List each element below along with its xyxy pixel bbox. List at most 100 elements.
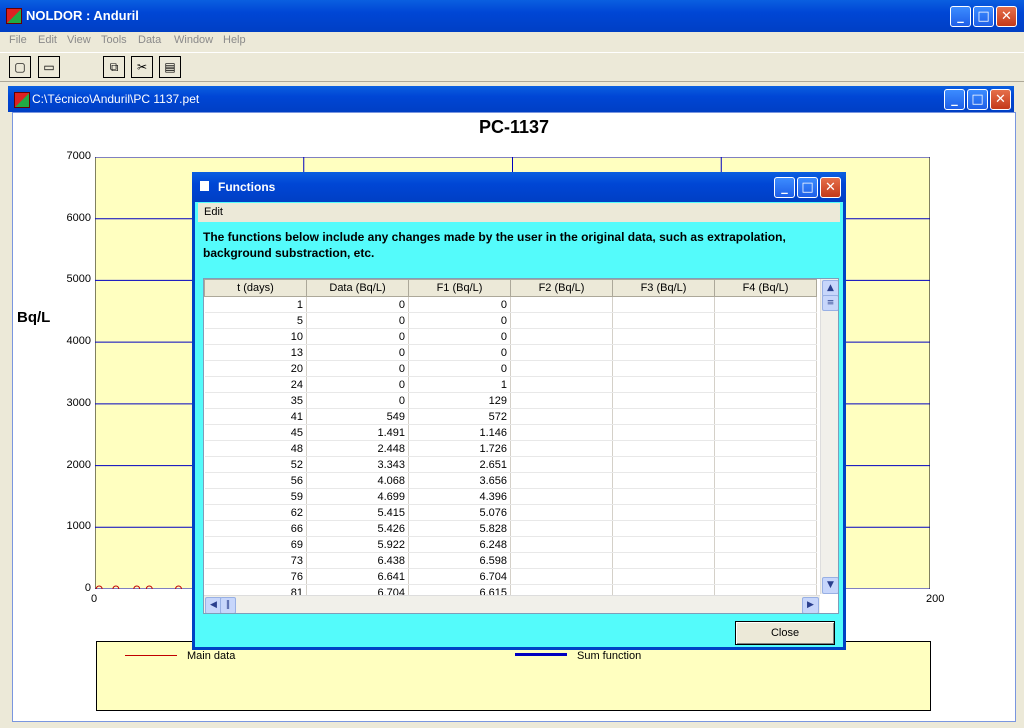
table-cell[interactable] [612,456,715,473]
table-cell[interactable] [714,456,817,473]
table-cell[interactable] [510,456,613,473]
table-row[interactable]: 73 6.438 6.598 [204,552,817,569]
app-minimize-button[interactable]: _ [950,6,971,27]
table-row[interactable]: 45 1.491 1.146 [204,424,817,441]
table-cell[interactable] [714,376,817,393]
table-cell[interactable] [714,488,817,505]
table-row[interactable]: 500 [204,312,817,329]
table-cell[interactable]: 10 [204,328,307,345]
table-cell[interactable] [510,552,613,569]
menu-help[interactable]: Help [223,34,246,46]
copy-icon[interactable]: ⧉ [103,56,125,78]
table-cell[interactable]: 1.726 [408,440,511,457]
table-cell[interactable] [714,568,817,585]
table-row[interactable]: 24 0 1 [204,376,817,393]
table-cell[interactable] [612,408,715,425]
table-cell[interactable] [714,328,817,345]
grid-vertical-scrollbar[interactable]: ▲ ≡ ▼ [820,279,838,594]
doc-minimize-button[interactable]: _ [944,89,965,110]
table-cell[interactable]: 3.343 [306,456,409,473]
table-cell[interactable] [510,312,613,329]
table-cell[interactable] [510,408,613,425]
table-cell[interactable] [714,312,817,329]
table-cell[interactable]: 1.146 [408,424,511,441]
table-row[interactable]: 76 6.641 6.704 [204,568,817,585]
dialog-maximize-button[interactable]: □ [797,177,818,198]
table-cell[interactable]: 35 [204,392,307,409]
table-row[interactable]: 52 3.343 2.651 [204,456,817,473]
table-cell[interactable]: 0 [306,296,409,313]
scroll-thumb-vertical[interactable]: ≡ [822,295,838,311]
table-cell[interactable]: 24 [204,376,307,393]
functions-grid[interactable]: t (days) Data (Bq/L) F1 (Bq/L) F2 (Bq/L) F3 … [203,278,839,614]
table-cell[interactable] [714,504,817,521]
table-cell[interactable] [612,328,715,345]
table-cell[interactable]: 62 [204,504,307,521]
table-cell[interactable]: 3.656 [408,472,511,489]
column-header[interactable]: F4 (Bq/L) [714,279,817,297]
table-cell[interactable] [612,520,715,537]
table-cell[interactable] [714,296,817,313]
table-cell[interactable] [510,440,613,457]
table-cell[interactable] [714,440,817,457]
table-cell[interactable] [714,552,817,569]
table-cell[interactable]: 52 [204,456,307,473]
table-cell[interactable]: 0 [306,392,409,409]
table-cell[interactable]: 6.598 [408,552,511,569]
column-header[interactable]: F2 (Bq/L) [510,279,613,297]
scroll-down-button[interactable]: ▼ [822,577,838,594]
table-cell[interactable] [714,408,817,425]
table-cell[interactable]: 0 [306,344,409,361]
table-cell[interactable] [612,296,715,313]
doc-maximize-button[interactable]: □ [967,89,988,110]
table-row[interactable]: 56 4.068 3.656 [204,472,817,489]
table-cell[interactable] [612,568,715,585]
column-header[interactable]: Data (Bq/L) [306,279,409,297]
table-cell[interactable]: 5.922 [306,536,409,553]
menu-file[interactable]: File [9,34,27,46]
table-cell[interactable] [714,520,817,537]
open-folder-icon[interactable]: ▭ [38,56,60,78]
table-cell[interactable]: 0 [306,312,409,329]
scroll-right-button[interactable]: ▶ [802,597,819,613]
dialog-minimize-button[interactable]: _ [774,177,795,198]
table-cell[interactable] [612,424,715,441]
table-cell[interactable]: 76 [204,568,307,585]
table-cell[interactable]: 0 [306,360,409,377]
app-maximize-button[interactable]: □ [973,6,994,27]
paste-icon[interactable]: ▤ [159,56,181,78]
table-cell[interactable] [510,472,613,489]
table-cell[interactable] [612,488,715,505]
table-cell[interactable] [510,488,613,505]
table-row[interactable]: 10 0 0 [204,328,817,345]
table-cell[interactable]: 549 [306,408,409,425]
table-cell[interactable] [510,568,613,585]
table-cell[interactable]: 1 [408,376,511,393]
table-cell[interactable]: 0 [408,312,511,329]
table-cell[interactable]: 69 [204,536,307,553]
table-cell[interactable]: 5.076 [408,504,511,521]
table-row[interactable]: 13 0 0 [204,344,817,361]
table-cell[interactable] [510,360,613,377]
table-cell[interactable]: 45 [204,424,307,441]
table-row[interactable]: 35 0 129 [204,392,817,409]
table-cell[interactable]: 129 [408,392,511,409]
table-cell[interactable]: 5 [204,312,307,329]
table-cell[interactable]: 0 [408,296,511,313]
table-cell[interactable]: 73 [204,552,307,569]
table-cell[interactable] [612,312,715,329]
table-row[interactable]: 41 549 572 [204,408,817,425]
table-cell[interactable]: 0 [408,328,511,345]
table-cell[interactable]: 48 [204,440,307,457]
menu-view[interactable]: View [67,34,91,46]
table-cell[interactable]: 1.491 [306,424,409,441]
table-cell[interactable] [510,376,613,393]
table-cell[interactable] [714,344,817,361]
table-cell[interactable]: 5.426 [306,520,409,537]
table-cell[interactable]: 0 [408,360,511,377]
new-file-icon[interactable]: ▢ [9,56,31,78]
table-cell[interactable]: 572 [408,408,511,425]
table-cell[interactable]: 2.448 [306,440,409,457]
table-row[interactable]: 69 5.922 6.248 [204,536,817,553]
table-cell[interactable] [510,392,613,409]
